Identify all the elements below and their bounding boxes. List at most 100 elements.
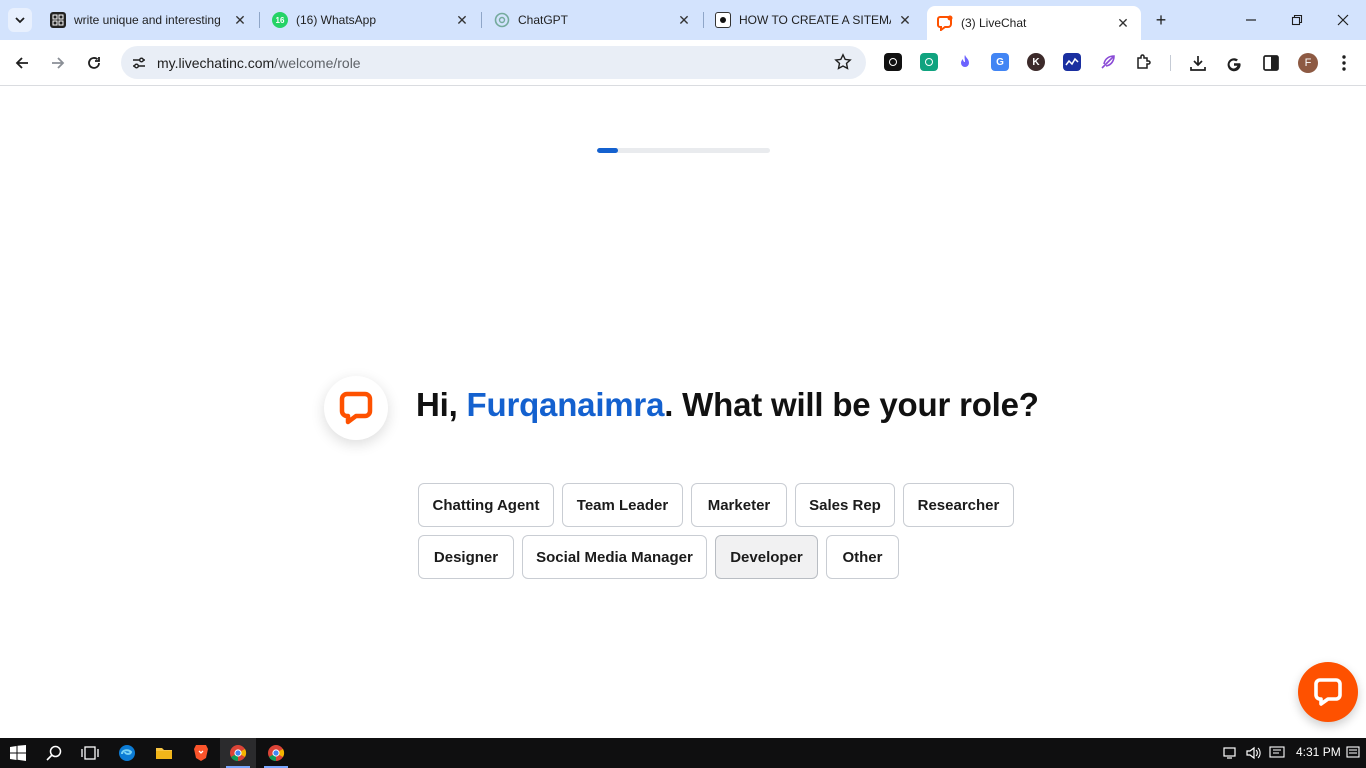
role-designer-button[interactable]: Designer (418, 535, 514, 579)
taskbar-clock[interactable]: 4:31 PM (1296, 745, 1341, 759)
role-other-button[interactable]: Other (826, 535, 899, 579)
windows-taskbar: 4:31 PM (0, 738, 1366, 768)
role-researcher-button[interactable]: Researcher (903, 483, 1014, 527)
back-button[interactable] (8, 49, 36, 77)
notifications-icon[interactable] (1344, 744, 1362, 762)
greeting-suffix: . What will be your role? (664, 386, 1039, 423)
close-icon (1337, 14, 1349, 26)
livechat-icon (937, 15, 953, 31)
role-developer-button[interactable]: Developer (715, 535, 818, 579)
tab-title: (16) WhatsApp (296, 13, 377, 27)
chat-bubble-icon (1314, 678, 1342, 706)
url-domain: my.livechatinc.com (157, 54, 275, 71)
side-panel-icon[interactable] (1260, 52, 1282, 74)
role-team-leader-button[interactable]: Team Leader (562, 483, 683, 527)
close-tab-icon[interactable]: ✕ (897, 12, 913, 28)
chatgpt-icon (494, 12, 510, 28)
reload-button[interactable] (80, 49, 108, 77)
edge-icon (119, 745, 135, 761)
close-window-button[interactable] (1320, 0, 1366, 40)
whatsapp-icon: 16 (272, 12, 288, 28)
extension-feather-icon[interactable] (1099, 53, 1117, 71)
livechat-logo (324, 376, 388, 440)
tab-strip: write unique and interesting ✕ 16 (16) W… (0, 0, 1366, 40)
close-tab-icon[interactable]: ✕ (232, 12, 248, 28)
forward-button[interactable] (44, 49, 72, 77)
restore-icon (1291, 14, 1303, 26)
menu-kebab-icon[interactable] (1333, 52, 1355, 74)
tab-whatsapp[interactable]: 16 (16) WhatsApp ✕ (262, 0, 480, 40)
extension-flame-icon[interactable] (956, 53, 974, 71)
close-tab-icon[interactable]: ✕ (454, 12, 470, 28)
site-settings-icon[interactable] (129, 53, 149, 73)
google-g-icon[interactable] (1223, 52, 1245, 74)
minimize-icon (1246, 19, 1256, 21)
tab-title: write unique and interesting (74, 13, 221, 27)
windows-logo-icon (10, 745, 26, 761)
address-bar[interactable]: my.livechatinc.com/welcome/role (121, 46, 866, 79)
close-tab-icon[interactable]: ✕ (676, 12, 692, 28)
restore-button[interactable] (1274, 0, 1320, 40)
chevron-down-icon (15, 17, 25, 24)
extensions-puzzle-icon[interactable] (1135, 53, 1153, 71)
taskbar-brave[interactable] (183, 738, 219, 768)
extension-translate-icon[interactable]: G (991, 53, 1009, 71)
ime-icon[interactable] (1268, 744, 1286, 762)
new-tab-button[interactable]: + (1150, 9, 1172, 31)
url-path: /welcome/role (274, 54, 361, 71)
role-marketer-button[interactable]: Marketer (691, 483, 787, 527)
onboarding-progress-bar (597, 148, 770, 153)
role-chatting-agent-button[interactable]: Chatting Agent (418, 483, 554, 527)
onboarding-progress-fill (597, 148, 618, 153)
grid-logo-icon (50, 12, 66, 28)
bookmark-star-icon[interactable] (834, 53, 852, 71)
chat-bubble-icon (339, 391, 373, 425)
toolbar-divider (1170, 55, 1171, 71)
tab-livechat[interactable]: (3) LiveChat ✕ (927, 6, 1141, 40)
tab-sitemap[interactable]: HOW TO CREATE A SITEMAP ✕ (705, 0, 923, 40)
network-icon[interactable] (1222, 744, 1240, 762)
tab-title: HOW TO CREATE A SITEMAP (739, 13, 891, 27)
task-view-button[interactable] (72, 738, 108, 768)
user-name: Furqanaimra (466, 386, 665, 423)
tab-title: ChatGPT (518, 13, 569, 27)
extension-chart-icon[interactable] (1063, 53, 1081, 71)
page-title: Hi, Furqanaimra. What will be your role? (416, 386, 1039, 424)
tab-divider (259, 12, 260, 28)
taskbar-chrome[interactable] (258, 738, 294, 768)
task-view-icon (81, 746, 99, 760)
tab-divider (703, 12, 704, 28)
chat-widget-button[interactable] (1298, 662, 1358, 722)
taskbar-edge[interactable] (109, 738, 145, 768)
extension-chatgpt-icon[interactable] (920, 53, 938, 71)
extension-k-icon[interactable]: K (1027, 53, 1045, 71)
close-tab-icon[interactable]: ✕ (1115, 15, 1131, 31)
volume-icon[interactable] (1245, 744, 1263, 762)
url-text: my.livechatinc.com/welcome/role (157, 55, 361, 71)
taskbar-file-explorer[interactable] (146, 738, 182, 768)
start-button[interactable] (0, 738, 36, 768)
minimize-button[interactable] (1228, 0, 1274, 40)
brave-lion-icon (194, 745, 208, 761)
extension-dark-icon[interactable] (884, 53, 902, 71)
chrome-icon (230, 745, 247, 762)
role-sales-rep-button[interactable]: Sales Rep (795, 483, 895, 527)
role-social-media-manager-button[interactable]: Social Media Manager (522, 535, 707, 579)
tab-title: (3) LiveChat (961, 16, 1027, 30)
download-icon[interactable] (1187, 52, 1209, 74)
arrow-left-icon (15, 57, 28, 69)
tab-chatgpt[interactable]: ChatGPT ✕ (484, 0, 702, 40)
search-button[interactable] (36, 738, 72, 768)
greeting-prefix: Hi, (416, 386, 467, 423)
arrow-right-icon (52, 57, 65, 69)
search-icon (46, 745, 62, 761)
folder-icon (156, 748, 172, 759)
chrome-icon (268, 745, 285, 762)
tab-write-unique[interactable]: write unique and interesting ✕ (40, 0, 258, 40)
tab-divider (481, 12, 482, 28)
taskbar-chrome-active[interactable] (220, 738, 256, 768)
reload-icon (88, 57, 100, 69)
profile-avatar[interactable]: F (1297, 52, 1319, 74)
tab-search-button[interactable] (8, 8, 32, 32)
browser-toolbar: my.livechatinc.com/welcome/role G K F (0, 40, 1366, 86)
